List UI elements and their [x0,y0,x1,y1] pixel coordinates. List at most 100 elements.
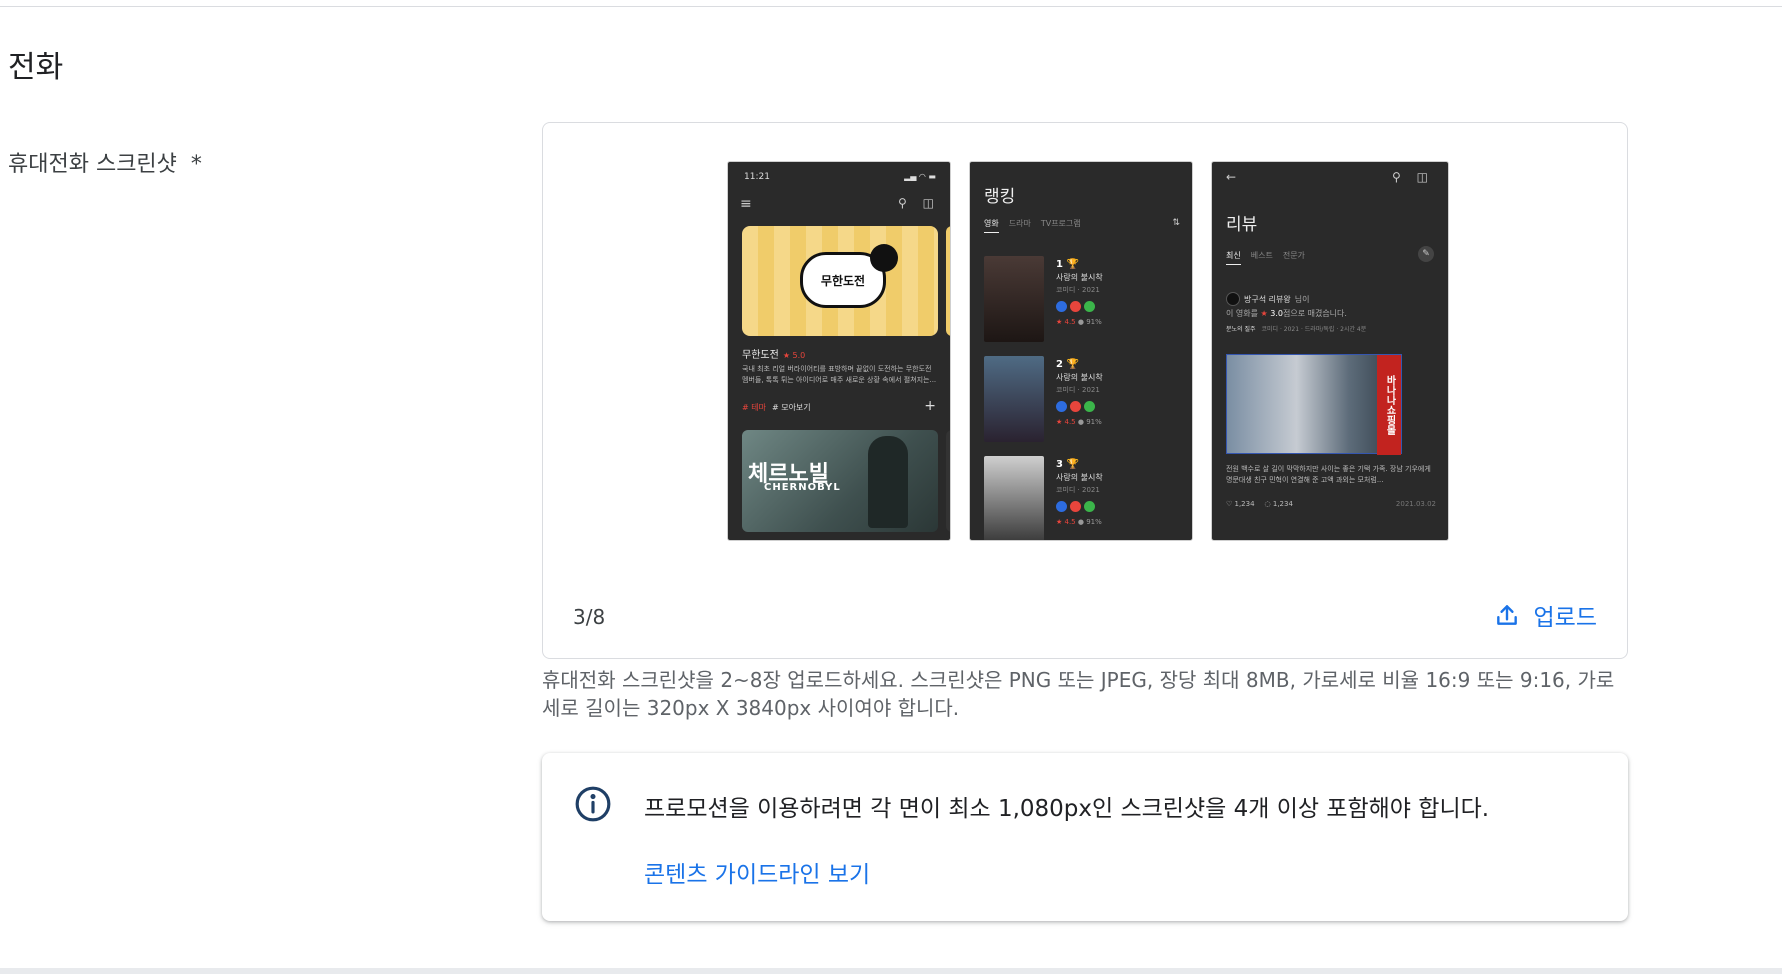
content-guidelines-link[interactable]: 콘텐츠 가이드라인 보기 [644,855,870,889]
poster-subtitle: CHERNOBYL [764,482,841,493]
rating-prefix: 이 영화를 [1226,309,1258,318]
back-arrow-icon: ← [1226,170,1237,184]
platform-dot [1056,501,1067,512]
edit-icon: ✎ [1418,246,1434,262]
banner-character-icon [870,244,898,272]
platform-dot [1084,401,1095,412]
info-message: 프로모션을 이용하려면 각 면이 최소 1,080px인 스크린샷을 4개 이상… [644,796,1490,822]
platform-dots [1056,501,1103,516]
ranking-tabs: 영화 드라마 TV프로그램 [984,218,1091,233]
required-mark: * [190,152,202,177]
platform-dot [1084,301,1095,312]
movie-title: 분노의 질주 [1226,326,1256,333]
ranking-tab-3: TV프로그램 [1040,219,1081,228]
banner-image: 무한도전 [742,226,938,336]
section-title: 전화 [8,50,64,85]
ranking-number: 2 🏆 [1056,359,1079,370]
ranking-meta: 코미디 · 2021 [1056,486,1100,494]
review-meta: 분노의 질주 코미디 · 2021 · 드라마/독립 · 2시간 4분 [1226,324,1366,333]
screenshot-thumbnail-3[interactable]: ← ⚲ ◫ 리뷰 최신 베스트 전문가 ✎ 방구석 리뷰왕 님이 이 영화를 ★ 3.… [1211,161,1449,541]
reviewer: 방구석 리뷰왕 님이 [1226,292,1309,306]
ranking-poster [984,356,1044,442]
platform-dots [1056,401,1103,416]
likes-count: ♡ 1,234 [1226,500,1255,508]
review-rating: 이 영화를 ★ 3.0점으로 매겼습니다. [1226,308,1347,319]
platform-dot [1084,501,1095,512]
plus-icon: + [924,398,936,414]
ranking-stats: ★ 4.5 ● 91% [1056,316,1103,329]
comments-count: ◌ 1,234 [1264,500,1293,508]
ranking-row: 3 🏆 사랑의 불시착 코미디 · 2021 ★ 4.5 ● 91% [984,456,1184,540]
movie-still-image: 바나나쇼핑몰 [1226,354,1402,455]
platform-dot [1070,501,1081,512]
ranking-stats: ★ 4.5 ● 91% [1056,416,1103,429]
review-title: 리뷰 [1226,215,1258,235]
screenshot-gallery: 11:21 ▂▄ ◠ ▬ ≡ ⚲ ◫ 무한도전 무한도전 ★ 5.0 국내 최초 … [727,161,1449,541]
ranking-stats: ★ 4.5 ● 91% [1056,516,1103,529]
poster-image: 체르노빌 CHERNOBYL [742,430,938,532]
ranking-info: 1 🏆 사랑의 불시착 코미디 · 2021 ★ 4.5 ● 91% [1056,258,1103,329]
platform-dot [1070,401,1081,412]
rating-value: 3.0 [1270,309,1283,318]
top-divider [0,6,1782,7]
screenshot-thumbnail-2[interactable]: 랭킹 영화 드라마 TV프로그램 ⇅ 1 🏆 사랑의 불시착 코미디 · 2021 … [969,161,1193,541]
bottom-divider [0,968,1782,974]
info-notice-card: 프로모션을 이용하려면 각 면이 최소 1,080px인 스크린샷을 4개 이상… [542,753,1628,921]
avatar [1226,292,1240,306]
ranking-row: 2 🏆 사랑의 불시착 코미디 · 2021 ★ 4.5 ● 91% [984,356,1184,442]
field-label-text: 휴대전화 스크린샷 [8,152,177,177]
ranking-percent: ● 91% [1077,418,1102,426]
info-icon [575,786,611,822]
show-title-text: 무한도전 [742,350,779,361]
ranking-name: 사랑의 불시착 [1056,273,1103,282]
reviewer-suffix: 님이 [1294,294,1310,304]
platform-dots [1056,301,1103,316]
filter-icon: ⇅ [1172,218,1180,228]
menu-icon: ≡ [740,196,752,212]
tag-collection: # 모아보기 [771,403,811,412]
tag-theme: # 테마 [742,403,766,412]
ranking-number: 1 🏆 [1056,259,1079,270]
ranking-meta: 코미디 · 2021 [1056,286,1100,294]
platform-dot [1070,301,1081,312]
star-icon: ★ [1260,309,1268,318]
review-footer: ♡ 1,234 ◌ 1,234 2021.03.02 [1226,500,1436,508]
platform-dot [1056,301,1067,312]
tag-row: # 테마 # 모아보기 [742,402,811,413]
ranking-name: 사랑의 불시착 [1056,373,1103,382]
poster-peek [946,430,950,532]
show-rating: ★ 5.0 [782,351,806,360]
ranking-poster [984,256,1044,342]
screenshot-counter: 3/8 [573,605,606,629]
show-description: 국내 최초 리얼 버라이어티를 표방하며 끝없이 도전하는 무한도전 멤버들, … [742,365,937,384]
ranking-star: ★ 4.5 [1056,318,1076,326]
upload-button[interactable]: 업로드 [1494,597,1597,633]
ranking-percent: ● 91% [1077,518,1102,526]
poster-figure [868,436,908,528]
ranking-title: 랭킹 [984,187,1016,207]
status-time: 11:21 [744,172,770,182]
ranking-row: 1 🏆 사랑의 불시착 코미디 · 2021 ★ 4.5 ● 91% [984,256,1184,342]
upload-button-label: 업로드 [1533,605,1597,631]
review-tabs: 최신 베스트 전문가 [1226,250,1315,265]
reviewer-name: 방구석 리뷰왕 [1244,294,1291,304]
review-tab-3: 전문가 [1282,251,1305,260]
upload-helper-text: 휴대전화 스크린샷을 2~8장 업로드하세요. 스크린샷은 PNG 또는 JPE… [542,668,1615,720]
search-bell-icons: ⚲ ◫ [1392,170,1434,184]
ranking-percent: ● 91% [1077,318,1102,326]
ranking-star: ★ 4.5 [1056,418,1076,426]
show-title: 무한도전 ★ 5.0 [742,346,805,361]
review-tab-2: 베스트 [1250,251,1273,260]
review-description: 전원 백수로 살 길이 막막하지만 사이는 좋은 기택 가족. 장남 기우에게 … [1226,465,1431,484]
screenshot-upload-card: 11:21 ▂▄ ◠ ▬ ≡ ⚲ ◫ 무한도전 무한도전 ★ 5.0 국내 최초 … [542,122,1628,659]
ranking-info: 2 🏆 사랑의 불시착 코미디 · 2021 ★ 4.5 ● 91% [1056,358,1103,429]
ranking-name: 사랑의 불시착 [1056,473,1103,482]
ranking-star: ★ 4.5 [1056,518,1076,526]
banner-peek [946,226,950,336]
field-label: 휴대전화 스크린샷 * [8,146,202,178]
ranking-meta: 코미디 · 2021 [1056,386,1100,394]
upload-icon [1496,605,1517,625]
platform-dot [1056,401,1067,412]
screenshot-thumbnail-1[interactable]: 11:21 ▂▄ ◠ ▬ ≡ ⚲ ◫ 무한도전 무한도전 ★ 5.0 국내 최초 … [727,161,951,541]
status-icons: ▂▄ ◠ ▬ [904,172,936,181]
